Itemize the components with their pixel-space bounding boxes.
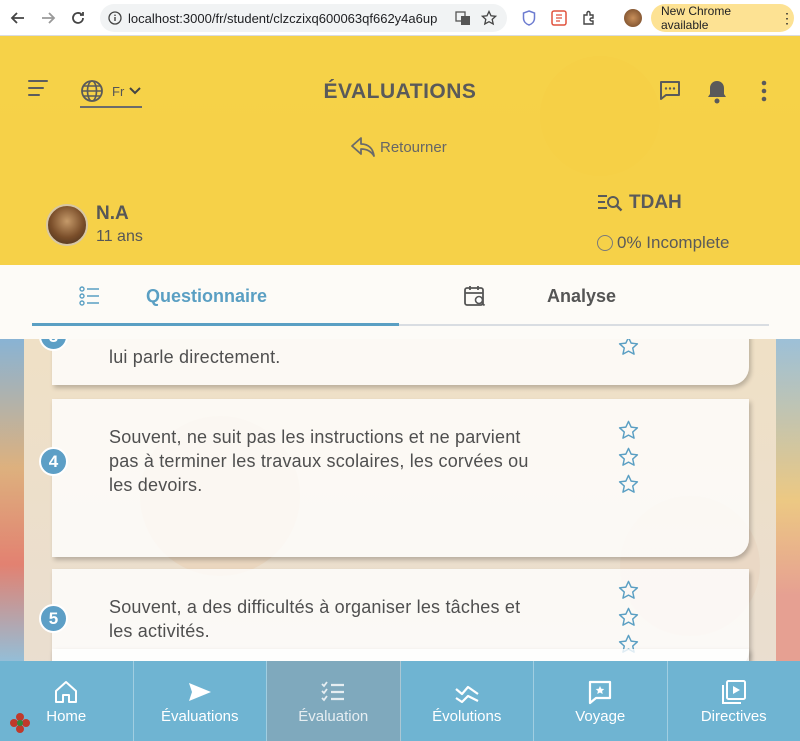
- tab-analyse-label: Analyse: [547, 285, 617, 306]
- tab-analyse[interactable]: Analyse: [463, 265, 616, 327]
- home-icon: [55, 680, 78, 703]
- chat-icon[interactable]: [658, 79, 682, 103]
- star-rating-icon[interactable]: [617, 473, 640, 496]
- shield-extension-icon[interactable]: [520, 9, 538, 27]
- nav-evolutions[interactable]: Évolutions: [401, 661, 534, 741]
- star-rating-icon[interactable]: [617, 419, 640, 442]
- nav-directives-label: Directives: [700, 707, 767, 725]
- rating-stars: [617, 419, 640, 496]
- tab-questionnaire-label: Questionnaire: [146, 285, 268, 306]
- student-name: N.A: [96, 203, 129, 224]
- extension-badge-icon[interactable]: [550, 9, 568, 27]
- reload-icon[interactable]: [66, 6, 90, 30]
- question-list[interactable]: 3 lui parle directement. 4 Souvent, ne s…: [0, 339, 800, 661]
- puzzle-extensions-icon[interactable]: [580, 9, 598, 27]
- question-card: 5 Souvent, a des difficultés à organiser…: [39, 569, 749, 661]
- list-icon: [79, 286, 99, 306]
- back-button[interactable]: Retourner: [350, 136, 447, 158]
- app-header: Fr ÉVALUATIONS Retourner N.A 11 ans TDAH…: [0, 36, 800, 265]
- star-rating-icon[interactable]: [617, 339, 640, 358]
- progress-ring-icon: [597, 235, 613, 251]
- question-number-badge: 4: [39, 447, 68, 476]
- question-number-badge: 5: [39, 604, 68, 633]
- question-card: [52, 649, 749, 661]
- bookmark-star-icon[interactable]: [481, 10, 497, 26]
- chrome-update-label: New Chrome available: [661, 4, 732, 32]
- question-text: lui parle directement.: [109, 347, 281, 367]
- progress-label: 0% Incomplete: [617, 233, 730, 252]
- tab-bar: Questionnaire Analyse: [0, 265, 800, 339]
- trend-icon: [455, 685, 479, 703]
- forward-arrow-icon[interactable]: [36, 6, 60, 30]
- nav-evolutions-label: Évolutions: [432, 707, 502, 725]
- star-rating-icon[interactable]: [617, 579, 640, 602]
- translate-icon[interactable]: [455, 10, 471, 26]
- evaluation-type: TDAH: [597, 192, 682, 214]
- chrome-update-button[interactable]: New Chrome available ⋮: [651, 4, 794, 32]
- nav-voyage[interactable]: Voyage: [534, 661, 668, 741]
- checklist-icon: [321, 680, 345, 701]
- tab-divider: [399, 324, 769, 326]
- nav-voyage-label: Voyage: [575, 707, 626, 725]
- rating-stars: [617, 339, 640, 358]
- back-label: Retourner: [380, 138, 447, 156]
- url-text: localhost:3000/fr/student/clzczixq600063…: [128, 10, 438, 26]
- student-age: 11 ans: [96, 228, 143, 245]
- reply-arrow-icon: [351, 137, 375, 157]
- back-arrow-icon[interactable]: [6, 6, 30, 30]
- send-icon: [188, 682, 211, 701]
- search-list-icon: [598, 195, 623, 212]
- question-card: 3 lui parle directement.: [39, 339, 749, 385]
- student-avatar: [46, 203, 88, 246]
- nav-home-label: Home: [46, 707, 87, 725]
- star-rating-icon[interactable]: [617, 446, 640, 469]
- active-tab-indicator: [32, 323, 399, 326]
- notification-bell-icon[interactable]: [705, 79, 729, 105]
- evaluation-type-name: TDAH: [629, 192, 682, 213]
- question-card: 4 Souvent, ne suit pas les instructions …: [39, 399, 749, 557]
- nav-evaluation-label: Évaluation: [298, 707, 369, 725]
- nav-directives[interactable]: Directives: [668, 661, 800, 741]
- info-icon[interactable]: [108, 11, 122, 25]
- star-rating-icon[interactable]: [617, 606, 640, 629]
- student-card: N.A 11 ans: [46, 203, 143, 246]
- bg-playground-left: [0, 339, 24, 661]
- more-options-icon[interactable]: [757, 79, 771, 103]
- tab-questionnaire[interactable]: Questionnaire: [78, 265, 267, 327]
- video-library-icon: [721, 679, 746, 704]
- evaluation-progress: 0% Incomplete: [597, 233, 729, 253]
- profile-avatar-icon[interactable]: [624, 9, 642, 27]
- nav-evaluations-label: Évaluations: [160, 707, 239, 725]
- nav-evaluation[interactable]: Évaluation: [267, 661, 401, 741]
- bg-playground-right: [776, 339, 800, 661]
- more-vert-icon: ⋮: [780, 9, 794, 26]
- flower-logo-icon: [10, 713, 30, 733]
- calendar-search-icon: [464, 286, 486, 307]
- question-text: Souvent, ne suit pas les instructions et…: [109, 427, 529, 495]
- question-number-badge: 3: [39, 339, 68, 351]
- app-viewport: Fr ÉVALUATIONS Retourner N.A 11 ans TDAH…: [0, 36, 800, 741]
- bottom-navigation: Home Évaluations Évaluation Évolutions V…: [0, 661, 800, 741]
- question-text: Souvent, a des difficultés à organiser l…: [109, 597, 521, 641]
- rating-stars: [617, 579, 640, 656]
- message-icon: [589, 680, 612, 704]
- browser-toolbar: localhost:3000/fr/student/clzczixq600063…: [0, 0, 800, 36]
- nav-evaluations[interactable]: Évaluations: [134, 661, 267, 741]
- address-bar[interactable]: localhost:3000/fr/student/clzczixq600063…: [100, 4, 507, 32]
